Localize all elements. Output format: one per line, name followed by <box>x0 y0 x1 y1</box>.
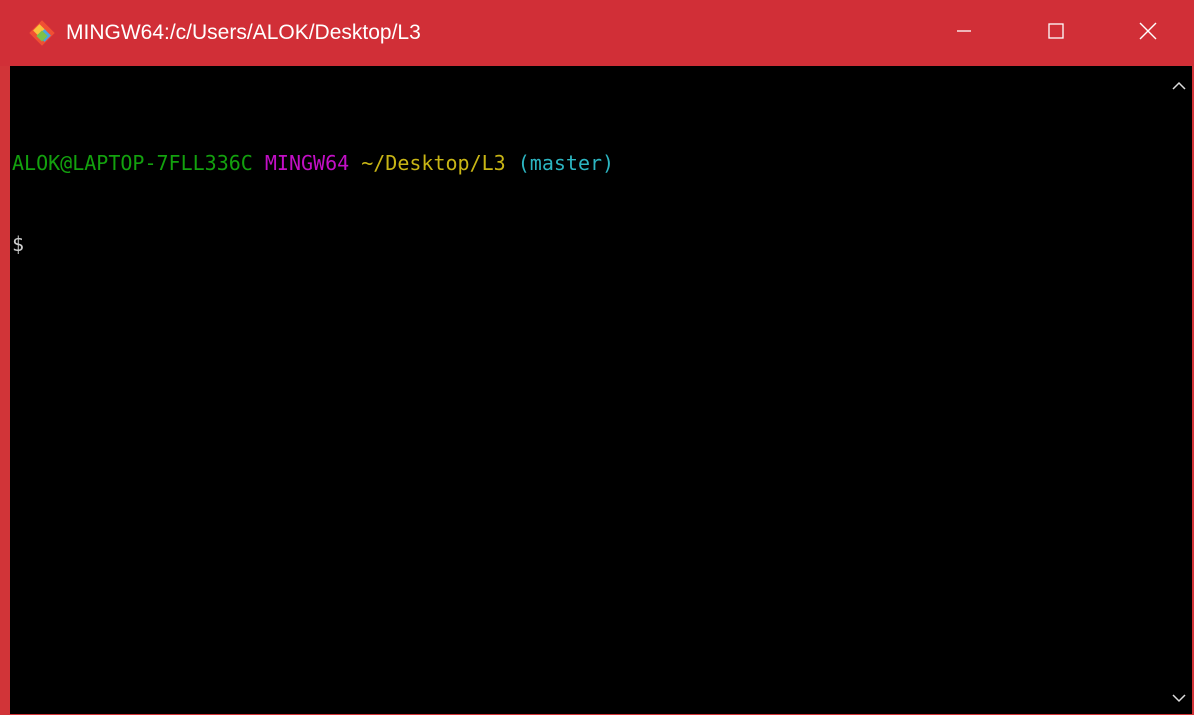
command-line[interactable]: $ <box>12 231 1167 258</box>
scroll-down-button[interactable] <box>1166 684 1192 710</box>
prompt-user-host: ALOK@LAPTOP-7FLL336C <box>12 151 253 175</box>
close-icon <box>1138 21 1158 45</box>
window-controls <box>918 0 1194 66</box>
close-button[interactable] <box>1102 0 1194 66</box>
chevron-down-icon <box>1172 688 1186 707</box>
minimize-button[interactable] <box>918 0 1010 66</box>
prompt-info-line: ALOK@LAPTOP-7FLL336C MINGW64 ~/Desktop/L… <box>12 150 1167 177</box>
title-bar[interactable]: MINGW64:/c/Users/ALOK/Desktop/L3 <box>0 0 1194 66</box>
maximize-button[interactable] <box>1010 0 1102 66</box>
prompt-branch: (master) <box>517 151 615 175</box>
terminal-window: MINGW64:/c/Users/ALOK/Desktop/L3 ALOK@LA… <box>0 0 1194 715</box>
chevron-up-icon <box>1172 76 1186 95</box>
prompt-system: MINGW64 <box>264 151 350 175</box>
maximize-icon <box>1047 22 1065 44</box>
scroll-up-button[interactable] <box>1166 72 1192 98</box>
git-bash-icon <box>26 17 58 49</box>
vertical-scrollbar[interactable] <box>1166 66 1192 714</box>
terminal-output[interactable]: ALOK@LAPTOP-7FLL336C MINGW64 ~/Desktop/L… <box>10 66 1167 714</box>
window-title: MINGW64:/c/Users/ALOK/Desktop/L3 <box>66 21 421 44</box>
minimize-icon <box>955 22 973 44</box>
prompt-path: ~/Desktop/L3 <box>361 151 506 175</box>
prompt-symbol: $ <box>12 232 25 256</box>
